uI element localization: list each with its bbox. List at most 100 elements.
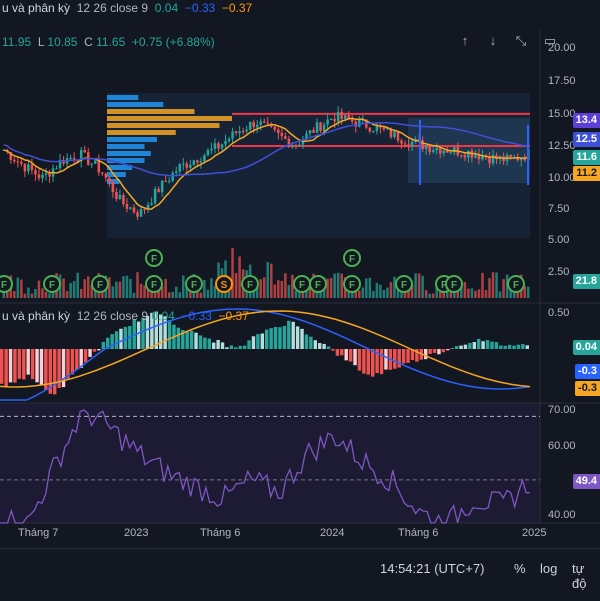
macd-histogram-bar: [309, 336, 313, 349]
candle-body: [41, 174, 44, 179]
volume-bar: [23, 293, 27, 298]
volume-bar: [20, 279, 23, 298]
tag-volume: 21.8: [572, 274, 600, 289]
macd-histogram-bar: [432, 349, 437, 353]
candle-body: [178, 164, 182, 172]
volume-bar: [34, 289, 37, 298]
earnings-event-label: F: [151, 280, 157, 291]
candle-body: [111, 181, 115, 193]
earnings-event-label: F: [299, 280, 305, 291]
volume-bar: [375, 282, 379, 298]
macd-histogram-bar: [348, 349, 353, 362]
macd-histogram-bar: [428, 349, 432, 354]
volume-profile-bar: [107, 102, 164, 107]
candle-body: [460, 155, 463, 157]
volume-bar: [182, 275, 185, 298]
macd-params: 12 26 close 9: [76, 1, 149, 15]
candle-body: [252, 122, 255, 128]
candle-body: [213, 143, 217, 149]
volume-bar: [48, 293, 51, 298]
macd-histogram-bar: [256, 334, 260, 349]
macd2-name: u và phân kỳ: [2, 309, 71, 323]
earnings-event-label: F: [349, 254, 355, 265]
tag-13-4: 13.4: [572, 113, 600, 128]
chart-canvas[interactable]: F F F FFF S F F F FFF F F F: [0, 0, 600, 600]
volume-profile-bar: [107, 123, 220, 128]
tag-12-5: 12.5: [572, 132, 600, 147]
macd-histogram-bar: [371, 349, 375, 377]
macd-histogram-bar: [119, 328, 123, 349]
candle-body: [438, 148, 442, 154]
volume-bar: [27, 287, 30, 298]
candle-body: [27, 164, 30, 172]
candle-body: [375, 125, 379, 131]
volume-bar: [453, 292, 456, 298]
macd-histogram-bar: [454, 346, 459, 349]
macd-histogram-bar: [194, 332, 198, 349]
candle-body: [101, 172, 104, 174]
candle-body: [488, 157, 491, 164]
volume-bar: [79, 288, 83, 298]
move-up-button[interactable]: ↑: [455, 31, 475, 51]
volume-bar: [379, 284, 382, 298]
volume-profile-bar: [107, 144, 145, 149]
volume-bar: [481, 272, 484, 298]
candle-body: [336, 111, 340, 122]
volume-bar: [122, 276, 125, 298]
candle-body: [206, 150, 210, 156]
price-tick-10: 10.00: [548, 172, 576, 184]
ohlc-low: 10.85: [47, 35, 78, 49]
volume-bar: [294, 290, 298, 298]
earnings-event-label: F: [1, 280, 7, 291]
percent-toggle[interactable]: %: [514, 561, 526, 576]
macd-histogram-bar: [234, 347, 238, 349]
volume-bar: [76, 272, 79, 298]
candle-body: [231, 131, 234, 139]
candle-body: [125, 203, 129, 209]
rsi-tick-60: 60.00: [548, 440, 576, 452]
macd-histogram-bar: [490, 341, 494, 349]
candle-body: [174, 171, 178, 173]
volume-bar: [502, 279, 505, 298]
candle-body: [30, 164, 34, 171]
macd-histogram-bar: [494, 342, 499, 349]
macd-histogram-bar: [136, 321, 141, 349]
volume-bar: [115, 281, 118, 298]
candle-body: [164, 180, 167, 182]
candle-body: [34, 170, 37, 175]
macd-histogram-bar: [468, 342, 472, 349]
candle-body: [266, 122, 270, 124]
macd-histogram-bar: [167, 320, 172, 349]
candle-body: [262, 121, 266, 123]
macd-histogram-bar: [260, 333, 264, 349]
candle-body: [474, 154, 477, 158]
candle-body: [509, 154, 512, 158]
volume-bar: [368, 277, 372, 298]
candle-body: [227, 138, 231, 141]
collapse-button[interactable]: ⤡: [511, 31, 531, 51]
volume-bar: [495, 272, 498, 298]
volume-bar: [136, 272, 139, 298]
volume-bar: [470, 288, 474, 298]
volume-bar: [132, 293, 136, 298]
volume-bar: [37, 280, 41, 298]
candle-body: [90, 163, 94, 165]
candle-body: [248, 122, 252, 130]
auto-toggle[interactable]: tự độ: [572, 561, 600, 591]
volume-bar: [336, 272, 340, 298]
x-tick-2025: 2025: [522, 527, 547, 539]
macd-histogram-bar: [92, 349, 97, 352]
volume-bar: [270, 263, 273, 298]
move-down-button[interactable]: ↓: [483, 31, 503, 51]
log-toggle[interactable]: log: [540, 561, 557, 576]
volume-bar: [206, 289, 210, 298]
earnings-event-label: F: [247, 280, 253, 291]
candle-body: [396, 131, 400, 141]
macd-histogram-bar: [13, 349, 17, 383]
macd-histogram-bar: [212, 342, 216, 349]
macd-histogram-bar: [229, 345, 234, 349]
earnings-event-label: F: [513, 280, 519, 291]
volume-bar: [231, 247, 234, 298]
candle-body: [69, 158, 72, 160]
candle-body: [322, 124, 326, 132]
